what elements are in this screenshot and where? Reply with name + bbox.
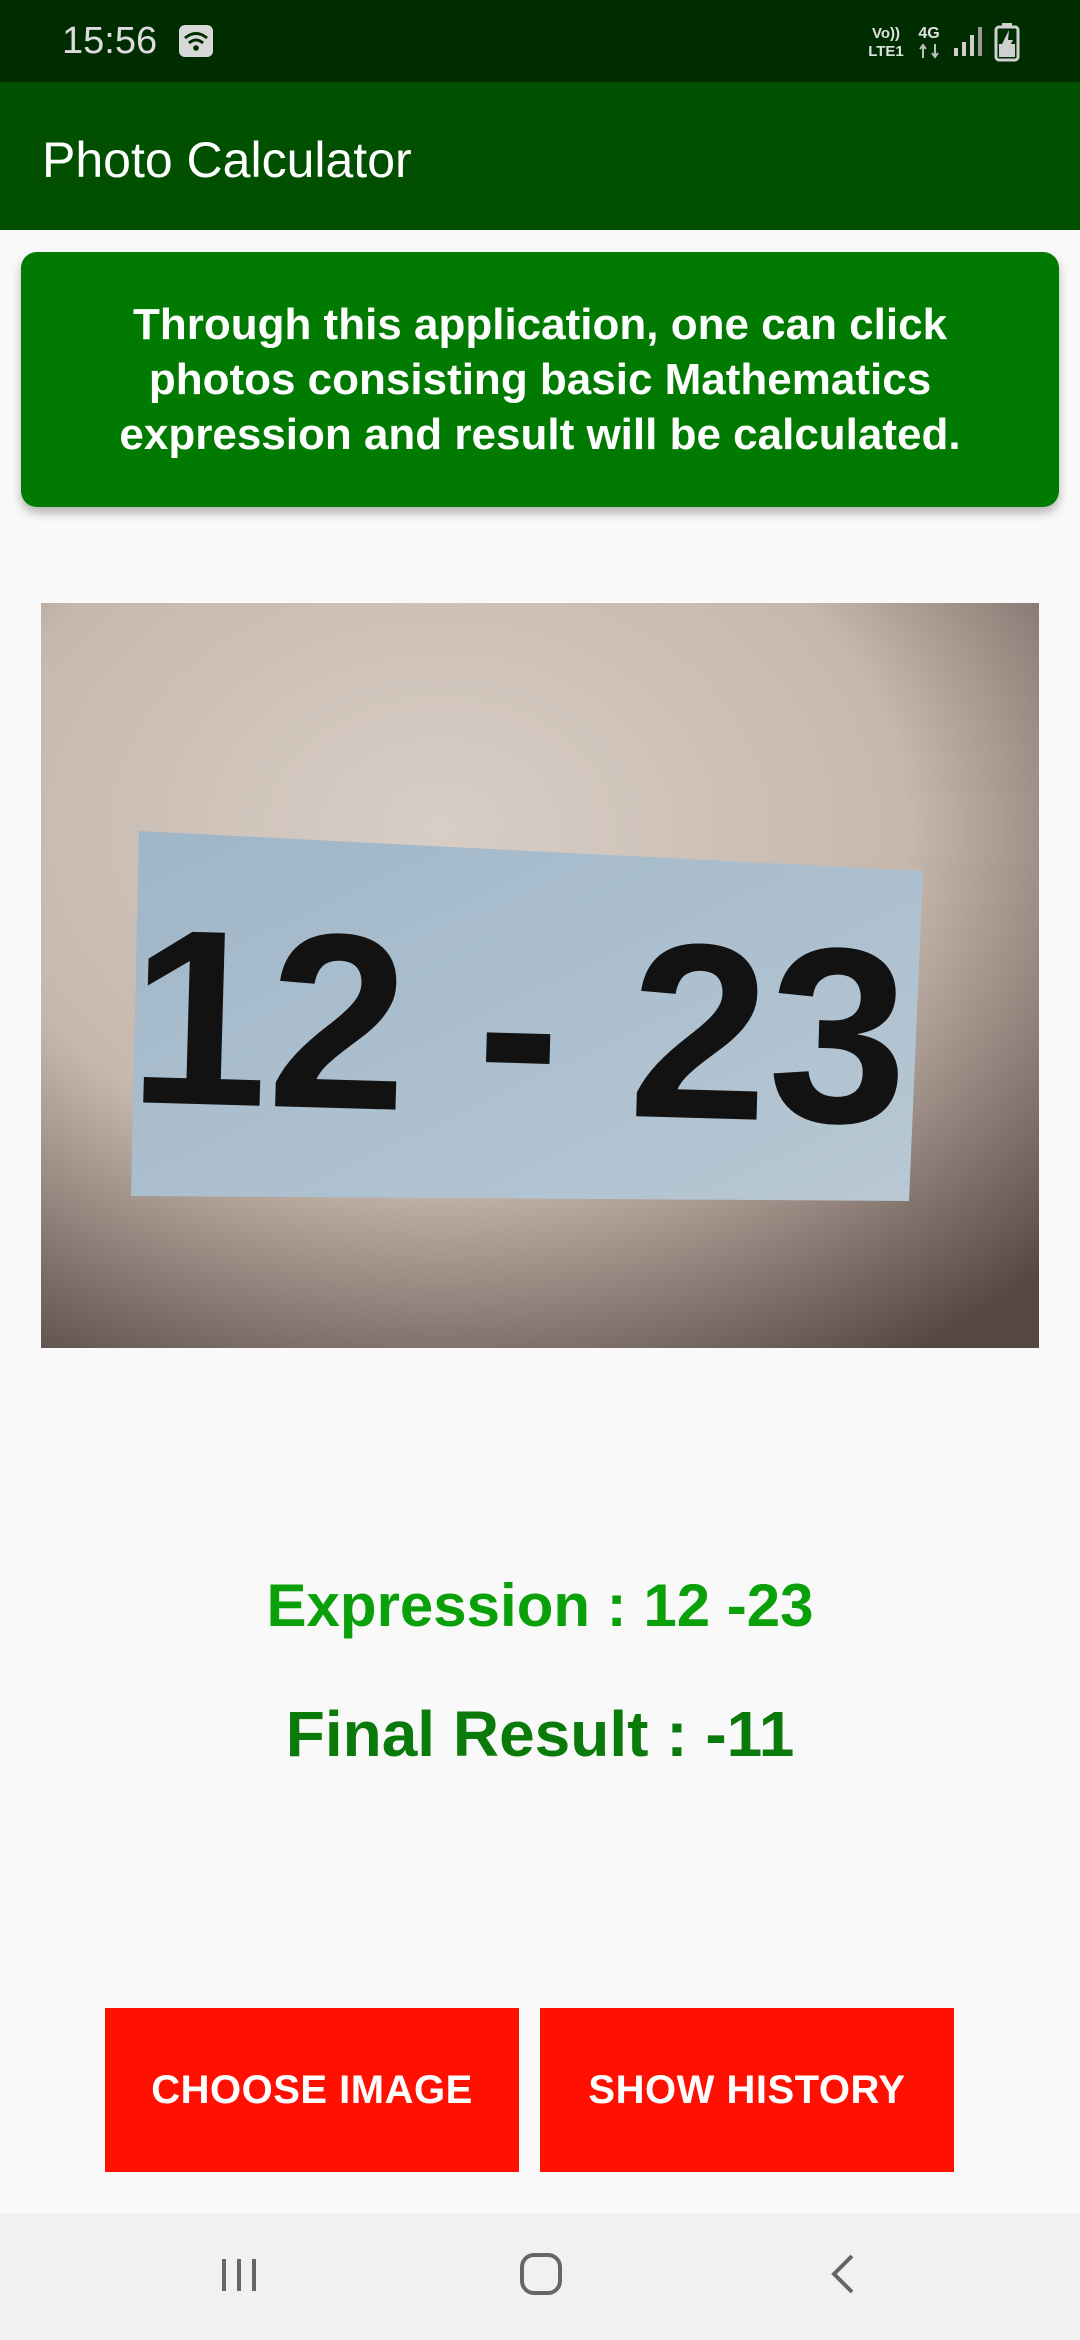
4g-icon: 4G	[918, 25, 940, 59]
info-text: Through this application, one can click …	[119, 300, 961, 459]
status-bar: 15:56 Vo)) LTE1 4G	[0, 0, 1080, 82]
battery-charging-icon	[994, 23, 1020, 62]
app-bar: Photo Calculator	[0, 82, 1080, 230]
signal-icon	[954, 27, 982, 56]
info-card: Through this application, one can click …	[21, 252, 1059, 507]
photo-expression: 12 - 23	[126, 876, 912, 1177]
back-icon[interactable]	[826, 2251, 860, 2297]
navigation-bar	[0, 2213, 1080, 2340]
volte-lte1-icon: Vo)) LTE1	[868, 25, 904, 60]
svg-text:LTE1: LTE1	[868, 43, 904, 60]
show-history-button[interactable]: SHOW HISTORY	[540, 2008, 954, 2172]
expression-text: Expression : 12 -23	[266, 1572, 814, 1639]
svg-text:4G: 4G	[918, 25, 939, 42]
home-icon[interactable]	[518, 2251, 564, 2297]
svg-text:Vo)): Vo))	[872, 25, 900, 42]
captured-photo: 12 - 23	[41, 603, 1039, 1348]
app-title: Photo Calculator	[42, 132, 412, 188]
final-result-text: Final Result : -11	[285, 1698, 795, 1770]
choose-image-button[interactable]: CHOOSE IMAGE	[105, 2008, 519, 2172]
status-time: 15:56	[62, 20, 158, 62]
recent-apps-icon[interactable]	[218, 2253, 260, 2297]
wifi-icon	[179, 25, 213, 57]
